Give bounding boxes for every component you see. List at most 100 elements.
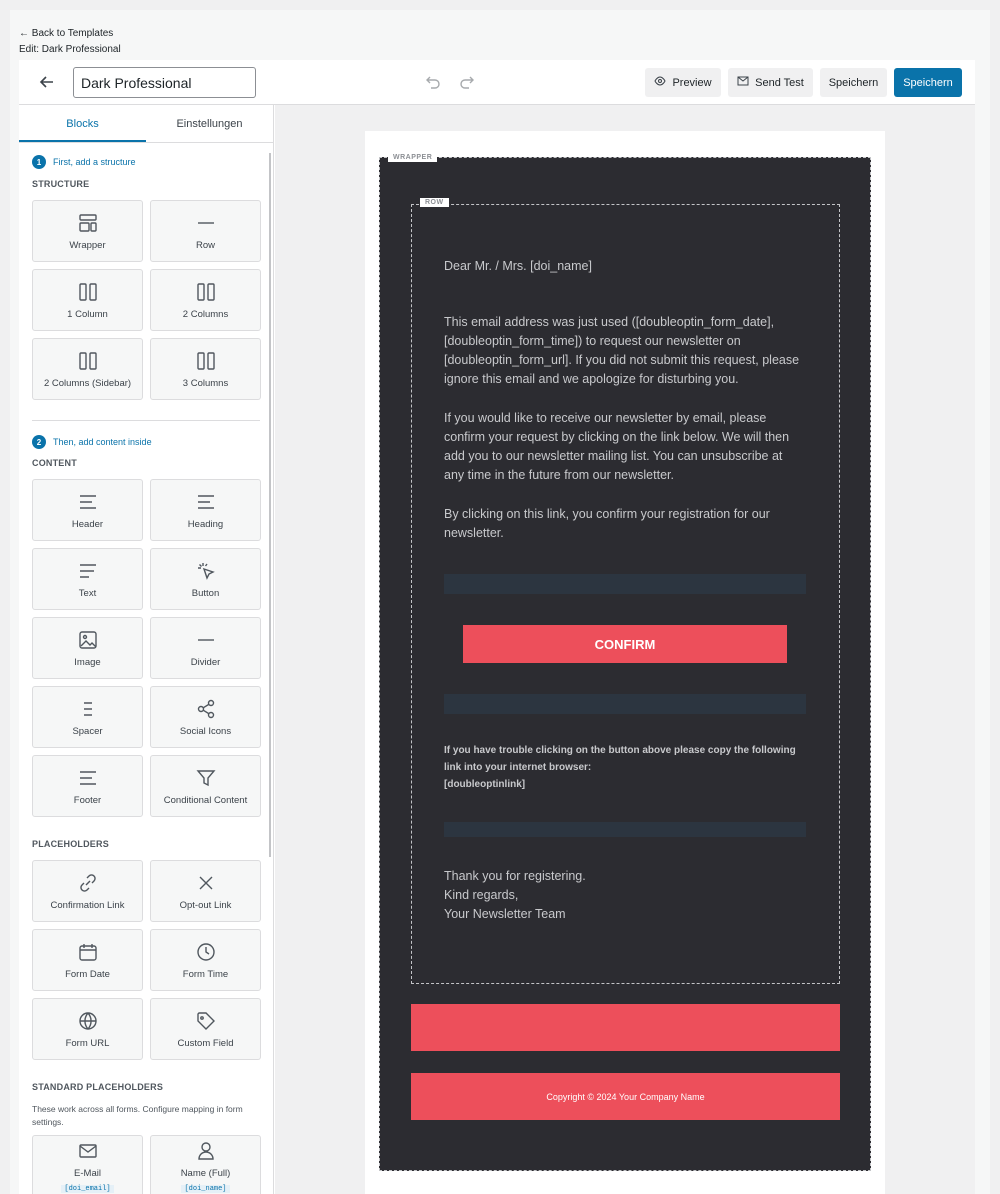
block-heading[interactable]: Heading bbox=[150, 479, 261, 541]
block-3-columns[interactable]: 3 Columns bbox=[150, 338, 261, 400]
template-editor: Preview Send Test Speichern Speichern Bl… bbox=[19, 60, 975, 1194]
step-1-number: 1 bbox=[32, 155, 46, 169]
email-paragraph-1: This email address was just used ([doubl… bbox=[444, 315, 800, 386]
wrapper-block[interactable]: WRAPPER ROW Dear Mr. / Mrs. [doi_name] T… bbox=[379, 153, 871, 1171]
columns-icon bbox=[77, 350, 99, 372]
block-wrapper[interactable]: Wrapper bbox=[32, 200, 143, 262]
wrapper-tag: WRAPPER bbox=[388, 153, 438, 162]
block-opt-out-link[interactable]: Opt-out Link bbox=[150, 860, 261, 922]
block-form-url[interactable]: Form URL bbox=[32, 998, 143, 1060]
step-1: 1 First, add a structure bbox=[32, 155, 136, 169]
footer-copyright-block[interactable]: Copyright © 2024 Your Company Name bbox=[411, 1073, 840, 1120]
block-label: Spacer bbox=[72, 725, 103, 737]
sidebar-scrollbar[interactable] bbox=[269, 153, 271, 857]
content-grid: Header Heading Text Button Image Divider bbox=[32, 479, 262, 817]
block-label: 1 Column bbox=[67, 308, 108, 320]
block-label: 3 Columns bbox=[182, 377, 229, 389]
eye-icon bbox=[654, 76, 666, 89]
block-social-icons[interactable]: Social Icons bbox=[150, 686, 261, 748]
columns-icon bbox=[77, 281, 99, 303]
block-label: Social Icons bbox=[179, 725, 232, 737]
clock-icon bbox=[195, 941, 217, 963]
email-greeting: Dear Mr. / Mrs. [doi_name] bbox=[444, 259, 592, 273]
block-divider[interactable]: Divider bbox=[150, 617, 261, 679]
block-label: Form URL bbox=[65, 1037, 110, 1049]
divider-icon bbox=[195, 629, 217, 651]
spacer-block[interactable] bbox=[444, 694, 806, 714]
block-button[interactable]: Button bbox=[150, 548, 261, 610]
blocks-sidebar: Blocks Einstellungen 1 First, add a stru… bbox=[19, 105, 274, 1194]
text-icon bbox=[77, 560, 99, 582]
spacer-icon bbox=[77, 698, 99, 720]
globe-icon bbox=[77, 1010, 99, 1032]
block-label: Heading bbox=[187, 518, 224, 530]
structure-heading: STRUCTURE bbox=[32, 179, 90, 189]
placeholder-code: [doi_email] bbox=[61, 1184, 114, 1193]
tab-settings[interactable]: Einstellungen bbox=[146, 105, 273, 142]
structure-grid: Wrapper Row 1 Column 2 Columns 2 Columns… bbox=[32, 200, 262, 400]
columns-icon bbox=[195, 281, 217, 303]
block-label: Form Date bbox=[65, 968, 110, 980]
block-form-time[interactable]: Form Time bbox=[150, 929, 261, 991]
placeholder-code: [doi_name] bbox=[181, 1184, 230, 1193]
back-to-templates-link[interactable]: ← Back to Templates bbox=[19, 26, 121, 42]
send-test-button[interactable]: Send Test bbox=[728, 68, 813, 97]
save-button[interactable]: Speichern bbox=[894, 68, 962, 97]
block-label: Confirmation Link bbox=[50, 899, 125, 911]
content-heading: CONTENT bbox=[32, 458, 77, 468]
block-2-columns-sidebar[interactable]: 2 Columns (Sidebar) bbox=[32, 338, 143, 400]
header-icon bbox=[77, 491, 99, 513]
row-block[interactable]: ROW Dear Mr. / Mrs. [doi_name] This emai… bbox=[411, 198, 840, 984]
template-name-input[interactable] bbox=[73, 67, 256, 98]
block-label: Row bbox=[195, 239, 215, 251]
link-icon bbox=[77, 872, 99, 894]
block-conditional-content[interactable]: Conditional Content bbox=[150, 755, 261, 817]
step-2-text: Then, add content inside bbox=[53, 437, 152, 447]
footer-bar-block[interactable] bbox=[411, 1004, 840, 1051]
placeholders-grid: Confirmation Link Opt-out Link Form Date… bbox=[32, 860, 262, 1060]
click-icon bbox=[195, 560, 217, 582]
confirm-button[interactable]: CONFIRM bbox=[463, 625, 787, 663]
block-2-columns[interactable]: 2 Columns bbox=[150, 269, 261, 331]
redo-icon[interactable] bbox=[458, 73, 476, 91]
block-label: Custom Field bbox=[177, 1037, 234, 1049]
block-image[interactable]: Image bbox=[32, 617, 143, 679]
tab-blocks[interactable]: Blocks bbox=[19, 105, 146, 142]
block-label: Text bbox=[78, 587, 97, 599]
block-label: Form Time bbox=[182, 968, 229, 980]
top-links: ← Back to Templates Edit: Dark Professio… bbox=[19, 26, 121, 58]
preview-button[interactable]: Preview bbox=[645, 68, 721, 97]
step-2: 2 Then, add content inside bbox=[32, 435, 152, 449]
x-icon bbox=[195, 872, 217, 894]
spacer-block[interactable] bbox=[444, 822, 806, 837]
block-label: Opt-out Link bbox=[179, 899, 232, 911]
undo-icon[interactable] bbox=[424, 73, 442, 91]
block-spacer[interactable]: Spacer bbox=[32, 686, 143, 748]
standard-placeholders-grid: E-Mail [doi_email] Name (Full) [doi_name… bbox=[32, 1135, 262, 1194]
footer-icon bbox=[77, 767, 99, 789]
block-label: 2 Columns bbox=[182, 308, 229, 320]
block-name-full[interactable]: Name (Full) [doi_name] bbox=[150, 1135, 261, 1194]
block-row[interactable]: Row bbox=[150, 200, 261, 262]
block-text[interactable]: Text bbox=[32, 548, 143, 610]
columns-icon bbox=[195, 350, 217, 372]
editor-toolbar: Preview Send Test Speichern Speichern bbox=[19, 60, 975, 105]
mail-icon bbox=[737, 76, 749, 89]
block-header[interactable]: Header bbox=[32, 479, 143, 541]
block-form-date[interactable]: Form Date bbox=[32, 929, 143, 991]
block-custom-field[interactable]: Custom Field bbox=[150, 998, 261, 1060]
block-label: Button bbox=[191, 587, 220, 599]
save-draft-button[interactable]: Speichern bbox=[820, 68, 887, 97]
block-footer[interactable]: Footer bbox=[32, 755, 143, 817]
section-divider bbox=[32, 420, 260, 421]
thanks-text: Thank you for registering. bbox=[444, 869, 586, 883]
regards-text: Kind regards, bbox=[444, 888, 519, 902]
block-label: Name (Full) bbox=[180, 1167, 231, 1179]
spacer-block[interactable] bbox=[444, 574, 806, 594]
block-confirmation-link[interactable]: Confirmation Link bbox=[32, 860, 143, 922]
preview-label: Preview bbox=[672, 76, 712, 89]
block-email[interactable]: E-Mail [doi_email] bbox=[32, 1135, 143, 1194]
user-icon bbox=[195, 1140, 217, 1162]
block-1-column[interactable]: 1 Column bbox=[32, 269, 143, 331]
back-arrow-icon[interactable] bbox=[37, 72, 57, 92]
